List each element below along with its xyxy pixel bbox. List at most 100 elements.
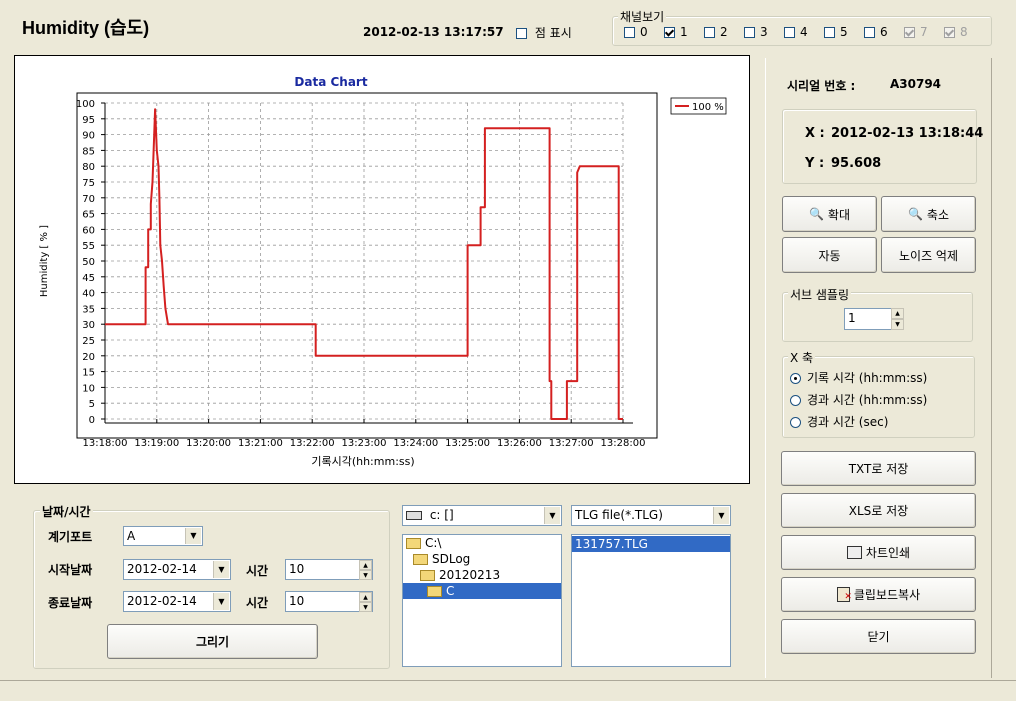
subsample-field[interactable]: 1 bbox=[844, 308, 894, 330]
folder-item[interactable]: C:\ bbox=[403, 535, 561, 551]
channel-label: 2 bbox=[720, 25, 728, 39]
port-select[interactable]: A ▼ bbox=[123, 526, 203, 546]
y-tick-label: 60 bbox=[82, 225, 95, 236]
chevron-down-icon[interactable]: ▼ bbox=[213, 561, 229, 578]
channel-check-box[interactable] bbox=[904, 27, 915, 38]
channel-check-box[interactable] bbox=[624, 27, 635, 38]
file-item[interactable]: 131757.TLG bbox=[572, 536, 730, 552]
x-tick-label: 13:19:00 bbox=[134, 438, 179, 449]
channel-check-box[interactable] bbox=[824, 27, 835, 38]
x-tick-label: 13:28:00 bbox=[601, 438, 646, 449]
channel-checkbox-3[interactable]: 3 bbox=[744, 25, 768, 39]
clipboard-copy-button[interactable]: ✕ 클립보드복사 bbox=[781, 577, 976, 612]
series-line bbox=[105, 108, 623, 420]
start-date-picker[interactable]: 2012-02-14 ▼ bbox=[123, 559, 231, 580]
chart-panel: Data Chart 0 5 10 15 20 25 30 35 40 45 50 55 60 65 70 75… bbox=[14, 55, 750, 484]
end-time-down-icon[interactable]: ▼ bbox=[359, 602, 372, 612]
channel-checkbox-2[interactable]: 2 bbox=[704, 25, 728, 39]
save-xls-button[interactable]: XLS로 저장 bbox=[781, 493, 976, 528]
subsample-up-icon[interactable]: ▲ bbox=[891, 308, 904, 319]
serial-value: A30794 bbox=[890, 77, 942, 91]
zoom-out-button[interactable]: 🔍 축소 bbox=[881, 196, 976, 232]
chevron-down-icon[interactable]: ▼ bbox=[185, 528, 201, 544]
y-axis-label: Humidity [ % ] bbox=[39, 225, 50, 297]
start-time-label: 시간 bbox=[246, 564, 269, 578]
printer-icon bbox=[846, 546, 862, 559]
file-list[interactable]: 131757.TLG bbox=[571, 534, 731, 667]
xaxis-radio-option[interactable]: 경과 시간 (hh:mm:ss) bbox=[790, 391, 927, 408]
print-chart-button[interactable]: 차트인쇄 bbox=[781, 535, 976, 570]
close-button[interactable]: 닫기 bbox=[781, 619, 976, 654]
radio-button[interactable] bbox=[790, 373, 801, 384]
clipboard-copy-label: 클립보드복사 bbox=[853, 588, 921, 602]
channel-label: 6 bbox=[880, 25, 888, 39]
port-label: 계기포트 bbox=[48, 530, 93, 544]
channel-checkbox-5[interactable]: 5 bbox=[824, 25, 848, 39]
x-tick-label: 13:21:00 bbox=[238, 438, 283, 449]
end-time-value: 10 bbox=[289, 594, 305, 608]
chevron-down-icon[interactable]: ▼ bbox=[544, 507, 560, 524]
chevron-down-icon[interactable]: ▼ bbox=[213, 593, 229, 610]
radio-label: 경과 시간 (hh:mm:ss) bbox=[807, 393, 928, 407]
x-tick-label: 13:22:00 bbox=[290, 438, 335, 449]
channel-checkbox-8[interactable]: 8 bbox=[944, 25, 968, 39]
data-chart[interactable]: Data Chart 0 5 10 15 20 25 30 35 40 45 50 55 60 65 70 75… bbox=[15, 56, 749, 483]
start-date-label: 시작날짜 bbox=[48, 563, 93, 577]
end-date-value: 2012-02-14 bbox=[127, 594, 197, 608]
legend-label: 100 % bbox=[692, 102, 724, 113]
save-txt-button[interactable]: TXT로 저장 bbox=[781, 451, 976, 486]
folder-item[interactable]: SDLog bbox=[403, 551, 561, 567]
folder-icon bbox=[413, 554, 428, 565]
folder-item[interactable]: 20120213 bbox=[403, 567, 561, 583]
point-display-check[interactable] bbox=[516, 28, 527, 39]
draw-button[interactable]: 그리기 bbox=[107, 624, 318, 659]
channel-checkbox-4[interactable]: 4 bbox=[784, 25, 808, 39]
start-time-up-icon[interactable]: ▲ bbox=[359, 560, 372, 570]
channel-checkbox-0[interactable]: 0 bbox=[624, 25, 648, 39]
chevron-down-icon[interactable]: ▼ bbox=[713, 507, 729, 524]
window-title: Humidity (습도) bbox=[22, 18, 150, 38]
radio-button[interactable] bbox=[790, 395, 801, 406]
y-tick-label: 85 bbox=[82, 146, 95, 157]
y-tick-label: 45 bbox=[82, 273, 95, 284]
channel-label: 0 bbox=[640, 25, 648, 39]
channel-check-box[interactable] bbox=[744, 27, 755, 38]
channel-check-box[interactable] bbox=[864, 27, 875, 38]
end-time-label: 시간 bbox=[246, 596, 269, 610]
drive-icon bbox=[406, 511, 422, 520]
channel-check-box[interactable] bbox=[944, 27, 955, 38]
status-bar bbox=[0, 680, 1016, 701]
auto-button[interactable]: 자동 bbox=[782, 237, 877, 273]
y-tick-label: 20 bbox=[82, 352, 95, 363]
y-tick-label: 90 bbox=[82, 131, 95, 142]
folder-name: C:\ bbox=[425, 536, 442, 550]
xaxis-radio-option[interactable]: 경과 시간 (sec) bbox=[790, 413, 888, 430]
start-time-down-icon[interactable]: ▼ bbox=[359, 570, 372, 580]
noise-suppress-button[interactable]: 노이즈 억제 bbox=[881, 237, 976, 273]
zoom-in-button[interactable]: 🔍 확대 bbox=[782, 196, 877, 232]
x-readout-label: X : bbox=[805, 126, 825, 141]
point-display-checkbox[interactable]: 점 표시 bbox=[516, 24, 572, 41]
radio-button[interactable] bbox=[790, 417, 801, 428]
filter-select[interactable]: TLG file(*.TLG) ▼ bbox=[571, 505, 731, 526]
folder-item[interactable]: C bbox=[403, 583, 561, 599]
x-tick-label: 13:23:00 bbox=[342, 438, 387, 449]
drive-select[interactable]: c: [] ▼ bbox=[402, 505, 562, 526]
channel-check-box[interactable] bbox=[784, 27, 795, 38]
channel-checkbox-1[interactable]: 1 bbox=[664, 25, 688, 39]
xaxis-radio-option[interactable]: 기록 시각 (hh:mm:ss) bbox=[790, 369, 927, 386]
y-tick-label: 30 bbox=[82, 320, 95, 331]
zoom-in-label: 확대 bbox=[827, 207, 851, 222]
channel-check-box[interactable] bbox=[664, 27, 675, 38]
channel-checkbox-7[interactable]: 7 bbox=[904, 25, 928, 39]
channel-group-label: 채널보기 bbox=[618, 8, 667, 25]
folder-list[interactable]: C:\ SDLog 20120213 C bbox=[402, 534, 562, 667]
folder-icon bbox=[406, 538, 421, 549]
subsample-down-icon[interactable]: ▼ bbox=[891, 319, 904, 330]
y-readout-value: 95.608 bbox=[831, 156, 882, 171]
end-time-up-icon[interactable]: ▲ bbox=[359, 592, 372, 602]
end-date-picker[interactable]: 2012-02-14 ▼ bbox=[123, 591, 231, 612]
channel-checkbox-6[interactable]: 6 bbox=[864, 25, 888, 39]
channel-check-box[interactable] bbox=[704, 27, 715, 38]
y-tick-label: 95 bbox=[82, 115, 95, 126]
